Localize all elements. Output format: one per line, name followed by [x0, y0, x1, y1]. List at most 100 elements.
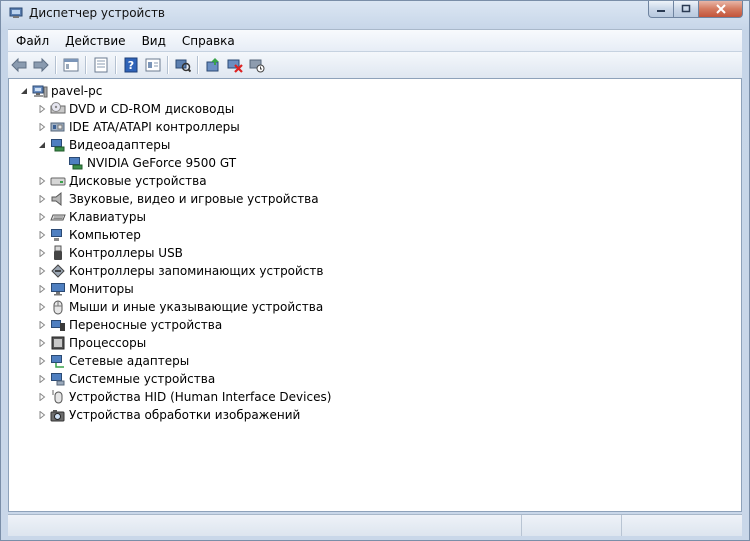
expand-arrow-icon[interactable] [37, 410, 47, 420]
device-tree[interactable]: pavel-pc DVD и CD-ROM дисководы IDE ATA/… [8, 78, 742, 512]
tree-item-disk-drives[interactable]: Дисковые устройства [37, 172, 207, 190]
expand-arrow-icon[interactable] [37, 374, 47, 384]
tree-item-imaging-devices[interactable]: Устройства обработки изображений [37, 406, 300, 424]
tree-item-keyboards[interactable]: Клавиатуры [37, 208, 146, 226]
help-button[interactable]: ? [120, 54, 142, 76]
tree-item-label: NVIDIA GeForce 9500 GT [87, 156, 237, 170]
minimize-icon [657, 10, 665, 12]
tree-leaf-spacer [55, 158, 65, 168]
tree-item-label: Мониторы [69, 282, 134, 296]
expand-arrow-icon[interactable] [37, 176, 47, 186]
collapse-arrow-icon[interactable] [37, 140, 47, 150]
maximize-icon [681, 4, 691, 13]
disable-device-button[interactable] [224, 54, 246, 76]
menu-view[interactable]: Вид [134, 34, 174, 48]
tree-item-monitors[interactable]: Мониторы [37, 280, 134, 298]
tree-item-dvd[interactable]: DVD и CD-ROM дисководы [37, 100, 234, 118]
svg-text:?: ? [128, 59, 134, 72]
menu-action[interactable]: Действие [57, 34, 133, 48]
menu-file[interactable]: Файл [8, 34, 57, 48]
expand-arrow-icon[interactable] [37, 212, 47, 222]
tree-item-label: DVD и CD-ROM дисководы [69, 102, 235, 116]
tree-item-system-devices[interactable]: Системные устройства [37, 370, 215, 388]
tree-item-label: Клавиатуры [69, 210, 146, 224]
tree-child-nvidia[interactable]: NVIDIA GeForce 9500 GT [55, 154, 236, 172]
system-device-icon [50, 371, 66, 387]
scan-hardware-icon [175, 59, 191, 73]
tree-item-usb[interactable]: Контроллеры USB [37, 244, 183, 262]
tree-root-label: pavel-pc [51, 84, 103, 98]
monitor-icon [50, 281, 66, 297]
status-pane-secondary [522, 515, 622, 536]
device-manager-app-icon [9, 7, 23, 18]
expand-arrow-icon[interactable] [37, 302, 47, 312]
toolbar-separator [85, 56, 87, 74]
tree-item-label: Мыши и иные указывающие устройства [69, 300, 324, 314]
camera-icon [50, 407, 66, 423]
processor-icon [50, 335, 66, 351]
toolbar-separator [167, 56, 169, 74]
tree-item-computer[interactable]: Компьютер [37, 226, 141, 244]
expand-arrow-icon[interactable] [37, 320, 47, 330]
help-icon: ? [124, 57, 138, 73]
scan-hardware-button[interactable] [172, 54, 194, 76]
forward-button[interactable] [30, 54, 52, 76]
expand-arrow-icon[interactable] [37, 248, 47, 258]
properties-icon [94, 57, 108, 73]
tree-item-display-adapters[interactable]: Видеоадаптеры [37, 136, 170, 154]
hid-icon [50, 389, 66, 405]
tree-item-processors[interactable]: Процессоры [37, 334, 146, 352]
computer-icon [50, 227, 66, 243]
toolbar-separator [115, 56, 117, 74]
expand-arrow-icon[interactable] [37, 194, 47, 204]
maximize-button[interactable] [674, 1, 699, 18]
tree-item-storage-controllers[interactable]: Контроллеры запоминающих устройств [37, 262, 323, 280]
tree-item-portable-devices[interactable]: Переносные устройства [37, 316, 222, 334]
disk-drive-icon [50, 173, 66, 189]
expand-arrow-icon[interactable] [37, 338, 47, 348]
tree-item-sound[interactable]: Звуковые, видео и игровые устройства [37, 190, 319, 208]
uninstall-device-icon [249, 59, 265, 73]
update-driver-icon [206, 58, 219, 72]
device-manager-window: Диспетчер устройств Файл Действие Вид Сп… [0, 0, 750, 541]
tree-root[interactable]: pavel-pc [19, 82, 102, 100]
expand-arrow-icon[interactable] [37, 122, 47, 132]
expand-arrow-icon[interactable] [37, 284, 47, 294]
tree-item-label: Звуковые, видео и игровые устройства [69, 192, 319, 206]
display-adapter-icon [68, 155, 84, 171]
properties-button[interactable] [90, 54, 112, 76]
minimize-button[interactable] [648, 1, 674, 18]
tree-item-label: Видеоадаптеры [69, 138, 171, 152]
properties-sheet-button[interactable] [142, 54, 164, 76]
network-adapter-icon [50, 353, 66, 369]
tree-item-label: IDE ATA/ATAPI контроллеры [69, 120, 240, 134]
back-button[interactable] [8, 54, 30, 76]
tree-item-network-adapters[interactable]: Сетевые адаптеры [37, 352, 189, 370]
status-pane-main [8, 515, 522, 536]
speaker-icon [50, 191, 66, 207]
tree-item-mice[interactable]: Мыши и иные указывающие устройства [37, 298, 323, 316]
tree-item-label: Компьютер [69, 228, 141, 242]
tree-item-hid[interactable]: Устройства HID (Human Interface Devices) [37, 388, 331, 406]
expand-arrow-icon[interactable] [37, 356, 47, 366]
show-hide-tree-button[interactable] [60, 54, 82, 76]
tree-item-ide[interactable]: IDE ATA/ATAPI контроллеры [37, 118, 240, 136]
tree-item-label: Переносные устройства [69, 318, 223, 332]
expand-arrow-icon[interactable] [37, 392, 47, 402]
expand-arrow-icon[interactable] [37, 266, 47, 276]
expand-arrow-icon[interactable] [37, 230, 47, 240]
toolbar-separator [197, 56, 199, 74]
close-button[interactable] [699, 1, 743, 18]
collapse-arrow-icon[interactable] [19, 86, 29, 96]
tree-item-label: Сетевые адаптеры [69, 354, 190, 368]
title-bar[interactable]: Диспетчер устройств [1, 1, 749, 27]
mouse-icon [50, 299, 66, 315]
expand-arrow-icon[interactable] [37, 104, 47, 114]
tree-item-label: Дисковые устройства [69, 174, 207, 188]
keyboard-icon [50, 209, 66, 225]
window-title: Диспетчер устройств [29, 6, 166, 20]
menu-help[interactable]: Справка [174, 34, 243, 48]
uninstall-device-button[interactable] [246, 54, 268, 76]
display-adapter-icon [50, 137, 66, 153]
update-driver-button[interactable] [202, 54, 224, 76]
